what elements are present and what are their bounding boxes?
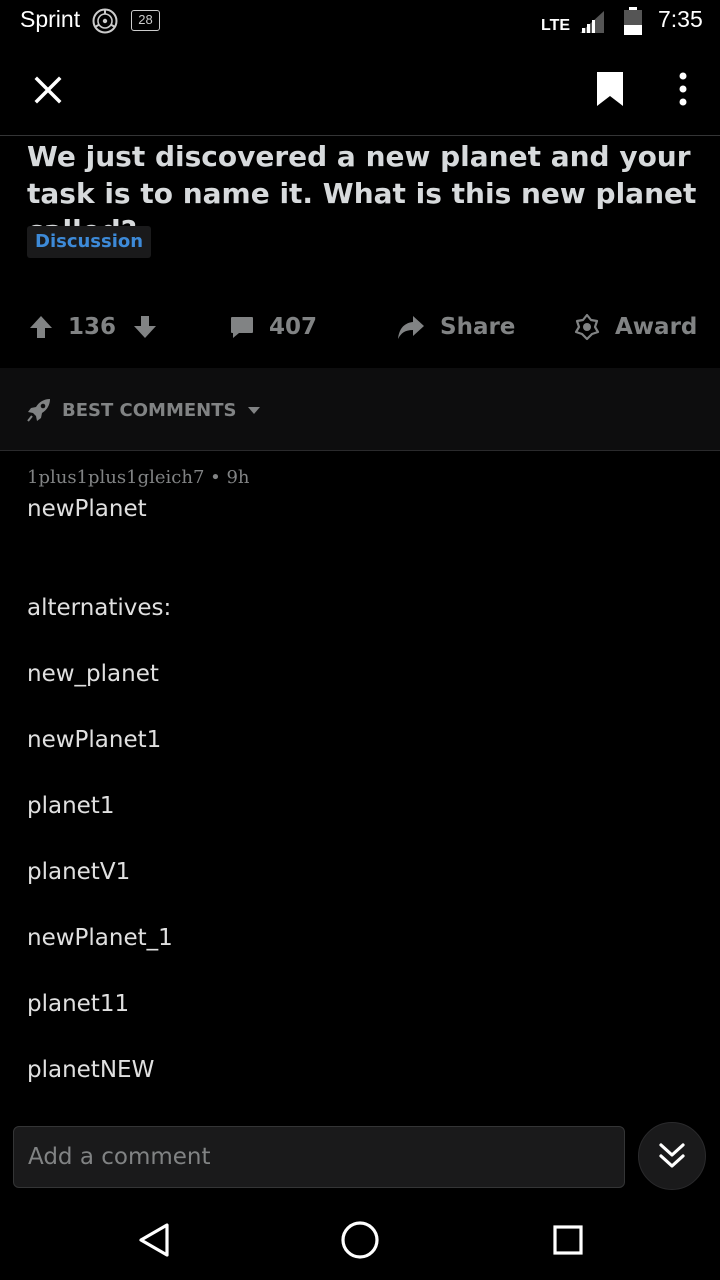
vote-control: 136 (28, 300, 158, 354)
signal-icon (578, 10, 606, 38)
post-flair[interactable]: Discussion (27, 226, 152, 258)
comment-meta: 1plus1plus1gleich7 • 9h (27, 467, 250, 488)
rocket-icon (27, 399, 50, 422)
close-button[interactable] (24, 66, 72, 114)
status-bar: Sprint 28 LTE 7:35 (0, 0, 720, 44)
comment-line: planetV1 (27, 859, 131, 885)
top-app-bar (0, 44, 720, 136)
home-circle-icon (341, 1221, 379, 1259)
comment-line: newPlanet1 (27, 727, 162, 753)
comments-button[interactable]: 407 (229, 300, 317, 354)
recents-square-icon (553, 1225, 583, 1255)
share-label: Share (440, 314, 516, 340)
comment-line: newPlanet_1 (27, 925, 173, 951)
next-comment-button[interactable] (638, 1122, 706, 1190)
double-chevron-down-icon (659, 1143, 685, 1168)
comment-line: newPlanet (27, 496, 147, 522)
clock: 7:35 (658, 6, 703, 32)
comment-line: new_planet (27, 661, 159, 687)
more-vertical-icon (679, 72, 687, 106)
carrier-name: Sprint (20, 6, 81, 32)
comment-count: 407 (269, 314, 318, 340)
post-score: 136 (68, 314, 117, 340)
comment-sort-bar: BEST COMMENTS (0, 368, 720, 451)
notification-badge: 28 (131, 10, 160, 31)
comment-line: alternatives: (27, 595, 172, 621)
back-triangle-icon (139, 1223, 169, 1257)
comment-bubble-icon (231, 317, 253, 338)
post-action-bar: 136 407 Share Award (0, 300, 720, 354)
nav-home-button[interactable] (338, 1218, 382, 1262)
comment-line: planet11 (27, 991, 130, 1017)
award-label: Award (615, 314, 698, 340)
caret-down-icon (248, 407, 261, 414)
downvote-button[interactable] (132, 314, 158, 340)
more-options-button[interactable] (660, 64, 706, 114)
nav-recents-button[interactable] (548, 1220, 588, 1260)
award-button[interactable]: Award (573, 300, 697, 354)
bookmark-icon (597, 72, 623, 106)
network-type: LTE (541, 17, 571, 34)
comment-meta-text[interactable]: 1plus1plus1gleich7 • 9h (27, 467, 250, 488)
sort-comments-button[interactable]: BEST COMMENTS (26, 394, 262, 426)
sort-label: BEST COMMENTS (62, 399, 237, 421)
comment-line: planet1 (27, 793, 115, 819)
share-button[interactable]: Share (396, 300, 515, 354)
upvote-button[interactable] (28, 314, 54, 340)
upvote-arrow-icon (30, 316, 52, 338)
add-comment-box (13, 1126, 625, 1188)
downvote-arrow-icon (134, 316, 157, 338)
scp-logo-icon (91, 7, 119, 35)
comment-line: planetNEW (27, 1057, 155, 1083)
award-icon (574, 313, 600, 341)
nav-back-button[interactable] (134, 1218, 174, 1262)
battery-icon (624, 7, 642, 39)
share-arrow-icon (398, 316, 424, 339)
system-nav-bar (0, 1200, 720, 1280)
bookmark-button[interactable] (586, 64, 634, 114)
close-icon (34, 76, 62, 104)
add-comment-input[interactable] (14, 1127, 624, 1187)
